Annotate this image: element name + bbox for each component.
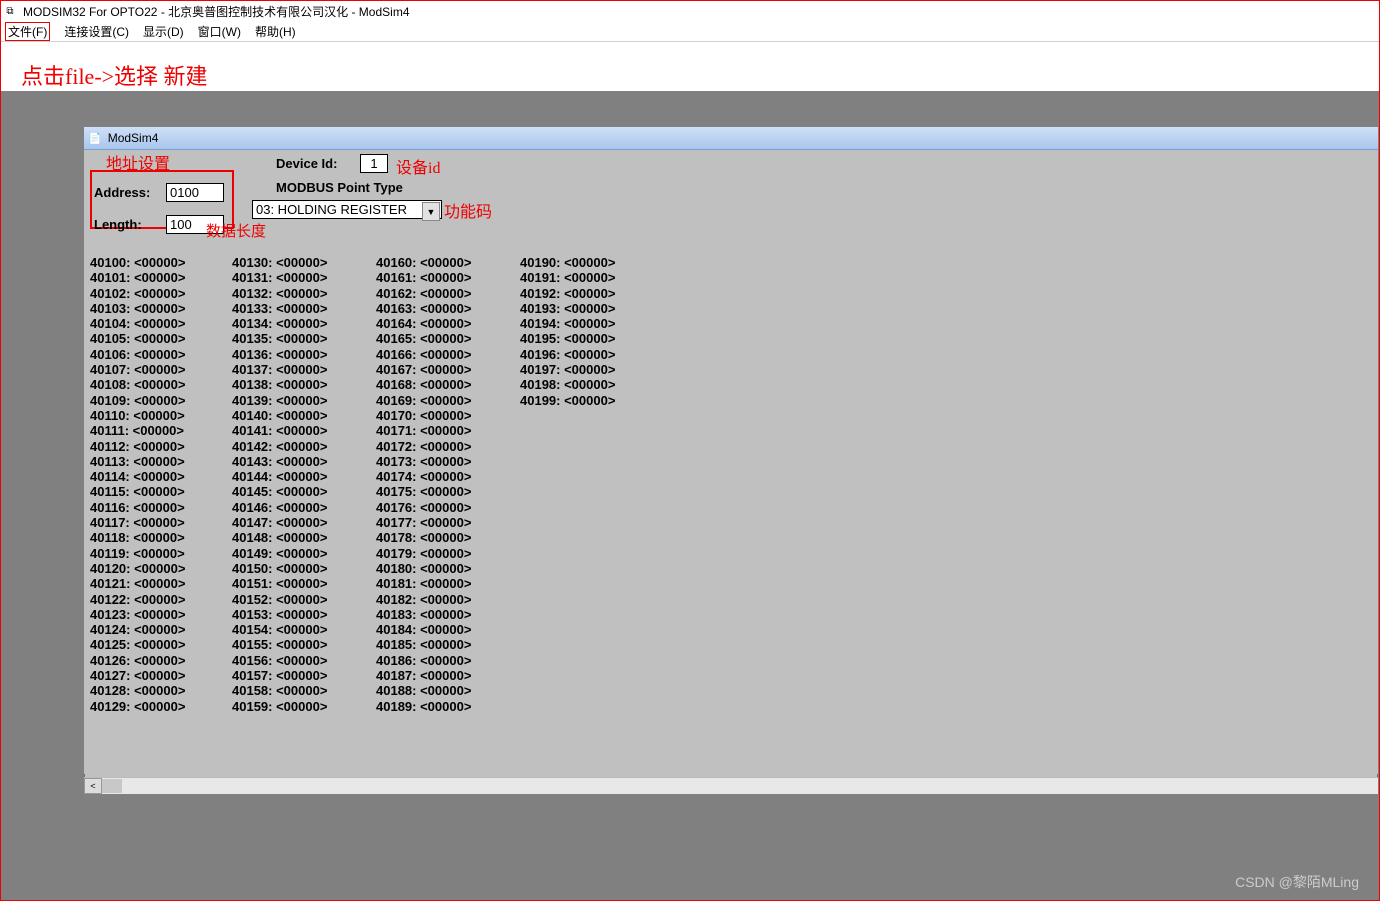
annotation-hint: 点击file->选择 新建 <box>21 59 208 91</box>
menu-help[interactable]: 帮助(H) <box>255 23 296 40</box>
horizontal-scrollbar[interactable]: < <box>84 777 1378 794</box>
register-column-3: 40190: <00000> 40191: <00000> 40192: <00… <box>520 255 615 408</box>
deviceid-label: Device Id: <box>276 156 337 171</box>
window-title: MODSIM32 For OPTO22 - 北京奥普图控制技术有限公司汉化 - … <box>23 3 410 20</box>
app-icon: ⧉ <box>3 4 17 18</box>
menubar: 文件(F) 连接设置(C) 显示(D) 窗口(W) 帮助(H) <box>1 21 1379 42</box>
child-window: 📄 ModSim4 地址设置 Address: Length: 数据长度 Dev… <box>83 126 1379 795</box>
annotation-length: 数据长度 <box>206 220 266 241</box>
register-column-0: 40100: <00000> 40101: <00000> 40102: <00… <box>90 255 185 714</box>
menu-connect[interactable]: 连接设置(C) <box>64 23 129 40</box>
scroll-thumb[interactable] <box>102 779 122 793</box>
address-input[interactable] <box>166 183 224 202</box>
mdi-area: 📄 ModSim4 地址设置 Address: Length: 数据长度 Dev… <box>1 91 1379 900</box>
address-label: Address: <box>94 185 150 200</box>
pointtype-select[interactable]: 03: HOLDING REGISTER ▼ <box>252 200 442 219</box>
outer-titlebar: ⧉ MODSIM32 For OPTO22 - 北京奥普图控制技术有限公司汉化 … <box>1 1 1379 21</box>
register-column-2: 40160: <00000> 40161: <00000> 40162: <00… <box>376 255 471 714</box>
watermark: CSDN @黎陌MLing <box>1235 872 1359 892</box>
pointtype-label: MODBUS Point Type <box>276 180 403 195</box>
dropdown-icon[interactable]: ▼ <box>422 202 440 221</box>
document-icon: 📄 <box>88 132 102 145</box>
scroll-left-icon[interactable]: < <box>84 778 102 794</box>
child-title: ModSim4 <box>108 131 159 145</box>
deviceid-input[interactable] <box>360 154 388 173</box>
annotation-fc: 功能码 <box>444 198 492 222</box>
annotation-deviceid: 设备id <box>396 154 440 178</box>
register-data-area: 40100: <00000> 40101: <00000> 40102: <00… <box>84 242 1378 774</box>
menu-file[interactable]: 文件(F) <box>5 22 50 41</box>
length-label: Length: <box>94 217 142 232</box>
menu-window[interactable]: 窗口(W) <box>198 23 241 40</box>
child-titlebar[interactable]: 📄 ModSim4 <box>84 127 1378 150</box>
menu-display[interactable]: 显示(D) <box>143 23 184 40</box>
register-column-1: 40130: <00000> 40131: <00000> 40132: <00… <box>232 255 327 714</box>
pointtype-value: 03: HOLDING REGISTER <box>256 202 407 217</box>
